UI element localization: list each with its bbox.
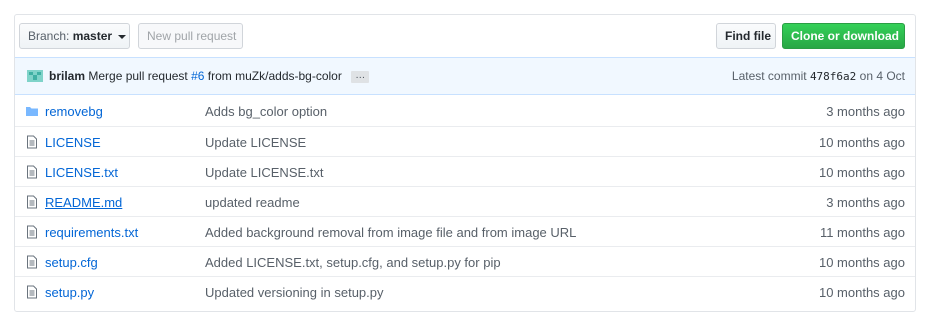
- file-row: setup.py Updated versioning in setup.py …: [15, 276, 915, 306]
- repo-toolbar: Branch: master New pull request Find fil…: [15, 15, 915, 57]
- pull-request-link[interactable]: #6: [191, 69, 204, 83]
- file-name-link[interactable]: requirements.txt: [45, 225, 138, 240]
- branch-select-button[interactable]: Branch: master: [19, 23, 130, 49]
- file-age: 3 months ago: [826, 195, 905, 210]
- branch-value: master: [72, 29, 113, 43]
- file-age: 10 months ago: [818, 135, 905, 150]
- file-age: 11 months ago: [819, 225, 905, 240]
- file-name-link[interactable]: README.md: [45, 195, 122, 210]
- commit-message-prefix[interactable]: Merge pull request: [88, 69, 187, 83]
- file-row: LICENSE.txt Update LICENSE.txt 10 months…: [15, 156, 915, 186]
- file-row: removebg Adds bg_color option 3 months a…: [15, 96, 915, 126]
- file-row: README.md updated readme 3 months ago: [15, 186, 915, 216]
- file-commit-message[interactable]: Added LICENSE.txt, setup.cfg, and setup.…: [205, 255, 501, 270]
- file-name-link[interactable]: LICENSE.txt: [45, 165, 118, 180]
- file-row: setup.cfg Added LICENSE.txt, setup.cfg, …: [15, 246, 915, 276]
- file-icon: [27, 255, 37, 269]
- clone-or-download-button[interactable]: Clone or download: [782, 23, 914, 49]
- commit-date: on 4 Oct: [859, 69, 905, 83]
- file-age: 10 months ago: [818, 255, 905, 270]
- file-commit-message[interactable]: Updated versioning in setup.py: [205, 285, 384, 300]
- file-icon: [27, 135, 37, 149]
- file-name-link[interactable]: setup.py: [45, 285, 94, 300]
- commit-message-suffix[interactable]: from muZk/adds-bg-color: [208, 69, 342, 83]
- latest-commit-bar: brilam Merge pull request #6 from muZk/a…: [15, 57, 915, 95]
- file-icon: [27, 165, 37, 179]
- file-row: LICENSE Update LICENSE 10 months ago: [15, 126, 915, 156]
- file-commit-message[interactable]: Added background removal from image file…: [205, 225, 576, 240]
- file-commit-message[interactable]: Update LICENSE: [205, 135, 306, 150]
- new-pull-request-button[interactable]: New pull request: [138, 23, 243, 49]
- file-age: 10 months ago: [818, 165, 905, 180]
- file-commit-message[interactable]: updated readme: [205, 195, 300, 210]
- chevron-down-icon: [905, 34, 914, 39]
- file-commit-message[interactable]: Adds bg_color option: [205, 104, 327, 119]
- find-file-button[interactable]: Find file: [716, 23, 776, 49]
- file-navigation-panel: Branch: master New pull request Find fil…: [14, 14, 916, 312]
- file-icon: [27, 285, 37, 299]
- file-list: removebg Adds bg_color option 3 months a…: [15, 96, 915, 306]
- file-row: requirements.txt Added background remova…: [15, 216, 915, 246]
- file-age: 10 months ago: [818, 285, 905, 300]
- file-icon: [27, 195, 37, 209]
- file-commit-message[interactable]: Update LICENSE.txt: [205, 165, 324, 180]
- latest-commit-label: Latest commit: [731, 69, 807, 83]
- file-icon: [27, 225, 37, 239]
- file-age: 3 months ago: [826, 104, 905, 119]
- file-name-link[interactable]: setup.cfg: [45, 255, 98, 270]
- folder-icon: [26, 107, 38, 116]
- expand-commit-message-button[interactable]: …: [351, 70, 370, 83]
- commit-sha-link[interactable]: 478f6a2: [810, 70, 856, 83]
- avatar[interactable]: [27, 70, 43, 82]
- clone-label: Clone or download: [791, 29, 899, 43]
- commit-author-link[interactable]: brilam: [49, 69, 85, 83]
- file-name-link[interactable]: removebg: [45, 104, 103, 119]
- chevron-down-icon: [118, 34, 127, 39]
- branch-label: Branch:: [28, 29, 70, 43]
- file-name-link[interactable]: LICENSE: [45, 135, 101, 150]
